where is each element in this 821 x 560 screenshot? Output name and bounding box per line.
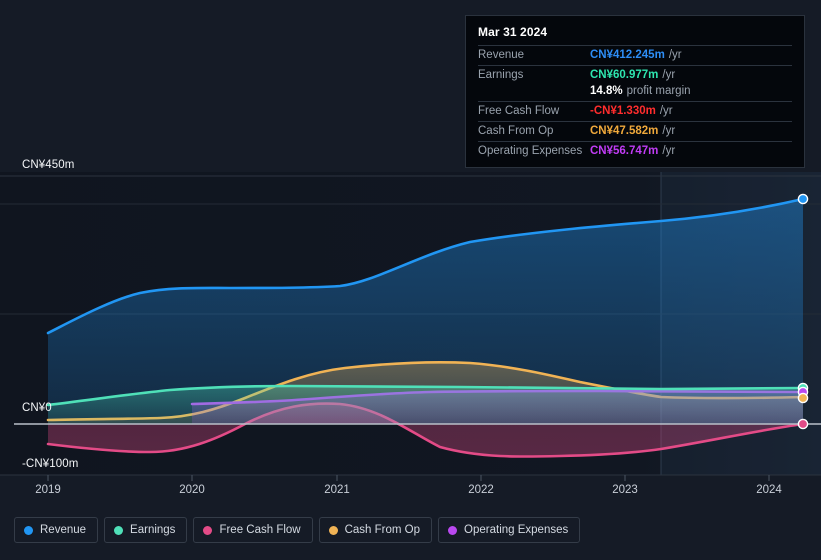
chart-legend: Revenue Earnings Free Cash Flow Cash Fro…: [14, 517, 581, 543]
tooltip-unit-free-cash-flow: /yr: [659, 105, 673, 117]
x-axis-label-2024: 2024: [756, 484, 782, 496]
tooltip-value-operating-expenses: CN¥56.747m: [590, 145, 659, 157]
tooltip-key-earnings: Earnings: [478, 69, 524, 81]
endpoint-revenue: [797, 193, 809, 205]
tooltip-value-cash-from-op: CN¥47.582m: [590, 125, 659, 137]
tooltip-row-profit-margin: 14.8% profit margin: [478, 85, 792, 101]
legend-item-earnings[interactable]: Earnings: [104, 517, 188, 543]
tooltip-value-free-cash-flow: -CN¥1.330m: [590, 105, 656, 117]
tooltip-value-earnings: CN¥60.977m: [590, 69, 659, 81]
x-axis-label-2020: 2020: [179, 484, 205, 496]
tooltip-value-profit-margin: 14.8%: [590, 85, 623, 97]
legend-label-revenue: Revenue: [40, 524, 87, 536]
legend-label-operating-expenses: Operating Expenses: [464, 524, 569, 536]
legend-item-revenue[interactable]: Revenue: [14, 517, 99, 543]
financial-chart-widget: CN¥450m CN¥0 -CN¥100m 2019 2020 2021 202…: [0, 0, 821, 560]
legend-dot-free-cash-flow-icon: [203, 525, 213, 535]
legend-dot-earnings-icon: [114, 525, 124, 535]
x-axis-ticks: [47, 475, 770, 481]
tooltip-date: Mar 31 2024: [478, 25, 548, 39]
x-axis-label-2021: 2021: [324, 484, 350, 496]
legend-label-free-cash-flow: Free Cash Flow: [219, 524, 301, 536]
tooltip-unit-earnings: /yr: [662, 69, 676, 81]
tooltip-value-revenue: CN¥412.245m: [590, 49, 665, 61]
tooltip-row-revenue: Revenue CN¥412.245m /yr: [478, 45, 792, 65]
legend-item-free-cash-flow[interactable]: Free Cash Flow: [193, 517, 313, 543]
x-axis-label-2022: 2022: [468, 484, 494, 496]
endpoint-cash-from-op: [797, 392, 809, 404]
tooltip-unit-revenue: /yr: [668, 49, 682, 61]
chart-tooltip: Mar 31 2024 Revenue CN¥412.245m /yr Earn…: [465, 15, 805, 168]
legend-item-operating-expenses[interactable]: Operating Expenses: [438, 517, 581, 543]
tooltip-unit-profit-margin: profit margin: [626, 85, 691, 97]
tooltip-row-earnings: Earnings CN¥60.977m /yr: [478, 65, 792, 85]
tooltip-row-cash-from-op: Cash From Op CN¥47.582m /yr: [478, 121, 792, 141]
legend-label-cash-from-op: Cash From Op: [344, 524, 421, 536]
legend-dot-operating-expenses-icon: [448, 525, 458, 535]
x-axis-label-2023: 2023: [612, 484, 638, 496]
tooltip-unit-operating-expenses: /yr: [662, 145, 676, 157]
legend-dot-cash-from-op-icon: [328, 525, 338, 535]
tooltip-unit-cash-from-op: /yr: [662, 125, 676, 137]
y-axis-label-zero: CN¥0: [22, 402, 52, 414]
legend-item-cash-from-op[interactable]: Cash From Op: [318, 517, 433, 543]
tooltip-row-free-cash-flow: Free Cash Flow -CN¥1.330m /yr: [478, 101, 792, 121]
legend-dot-revenue-icon: [24, 525, 33, 535]
y-axis-label-top: CN¥450m: [22, 159, 75, 171]
tooltip-key-operating-expenses: Operating Expenses: [478, 145, 583, 157]
y-axis-label-bottom: -CN¥100m: [22, 458, 79, 470]
tooltip-key-revenue: Revenue: [478, 49, 525, 61]
tooltip-key-cash-from-op: Cash From Op: [478, 125, 554, 137]
x-axis-label-2019: 2019: [35, 484, 61, 496]
legend-label-earnings: Earnings: [130, 524, 176, 536]
tooltip-row-operating-expenses: Operating Expenses CN¥56.747m /yr: [478, 141, 792, 161]
tooltip-key-free-cash-flow: Free Cash Flow: [478, 105, 560, 117]
endpoint-free-cash-flow: [797, 418, 809, 430]
